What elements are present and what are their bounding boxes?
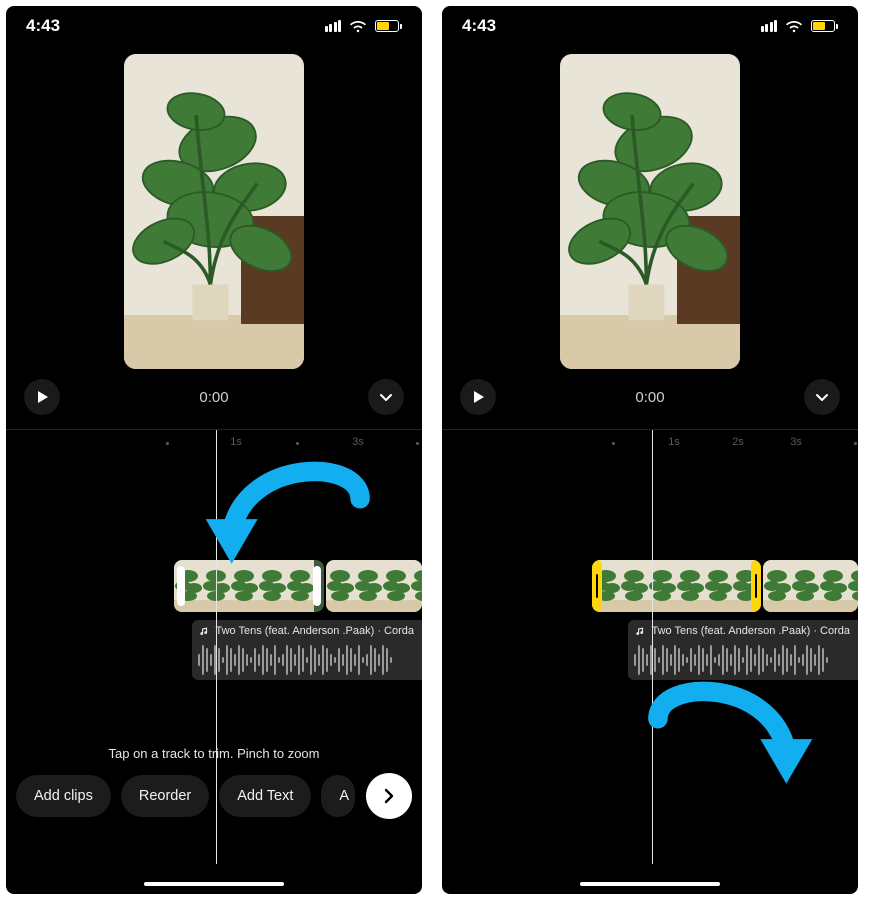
chevron-down-icon — [378, 389, 394, 405]
audio-title: Two Tens (feat. Anderson .Paak) · Corda — [651, 625, 850, 637]
chevron-right-icon — [380, 787, 398, 805]
more-pill[interactable]: A — [321, 775, 355, 817]
timeline[interactable]: 1s 3s — [6, 430, 422, 864]
play-icon — [471, 390, 485, 404]
audio-track[interactable]: Two Tens (feat. Anderson .Paak) · Corda — [628, 620, 858, 680]
timeline[interactable]: 1s 2s 3s — [442, 430, 858, 864]
home-indicator[interactable] — [580, 882, 720, 886]
play-button[interactable] — [460, 379, 496, 415]
music-note-icon — [636, 626, 645, 637]
audio-track[interactable]: Two Tens (feat. Anderson .Paak) · Corda — [192, 620, 422, 680]
battery-icon — [375, 20, 402, 32]
video-clip-2[interactable] — [763, 560, 858, 612]
next-button[interactable] — [366, 773, 412, 819]
play-button[interactable] — [24, 379, 60, 415]
video-clip-2[interactable] — [326, 560, 422, 612]
chevron-down-icon — [814, 389, 830, 405]
video-clip-selected[interactable] — [592, 560, 761, 612]
cellular-icon — [325, 20, 342, 32]
trim-handle-right[interactable] — [313, 566, 321, 606]
edit-toolbar: Add clips Reorder Add Text A — [6, 761, 422, 817]
waveform — [192, 642, 422, 678]
add-clips-button[interactable]: Add clips — [16, 775, 111, 817]
hint-text: Tap on a track to trim. Pinch to zoom — [6, 746, 422, 761]
collapse-button[interactable] — [804, 379, 840, 415]
screenshot-1: 4:43 0:00 1s 3s — [6, 6, 422, 894]
trim-handle-left[interactable] — [592, 560, 602, 612]
time-indicator: 0:00 — [635, 389, 664, 406]
wifi-icon — [785, 20, 803, 33]
trim-handle-left[interactable] — [177, 566, 185, 606]
reorder-button[interactable]: Reorder — [121, 775, 209, 817]
screenshot-2: 4:43 0:00 1s 2s 3s — [442, 6, 858, 894]
battery-icon — [811, 20, 838, 32]
status-bar: 4:43 — [6, 6, 422, 46]
timeline-ruler: 1s 3s — [6, 436, 422, 460]
music-note-icon — [200, 626, 209, 637]
play-icon — [35, 390, 49, 404]
video-preview[interactable] — [124, 54, 304, 369]
cellular-icon — [761, 20, 778, 32]
collapse-button[interactable] — [368, 379, 404, 415]
waveform — [628, 642, 858, 678]
status-bar: 4:43 — [442, 6, 858, 46]
home-indicator[interactable] — [144, 882, 284, 886]
annotation-arrow — [612, 670, 842, 800]
video-preview[interactable] — [560, 54, 740, 369]
wifi-icon — [349, 20, 367, 33]
clock-label: 4:43 — [26, 16, 60, 36]
time-indicator: 0:00 — [199, 389, 228, 406]
clock-label: 4:43 — [462, 16, 496, 36]
add-text-button[interactable]: Add Text — [219, 775, 311, 817]
trim-handle-right[interactable] — [751, 560, 761, 612]
audio-title: Two Tens (feat. Anderson .Paak) · Corda — [215, 625, 414, 637]
video-clip-1[interactable] — [174, 560, 324, 612]
timeline-ruler: 1s 2s 3s — [442, 436, 858, 460]
